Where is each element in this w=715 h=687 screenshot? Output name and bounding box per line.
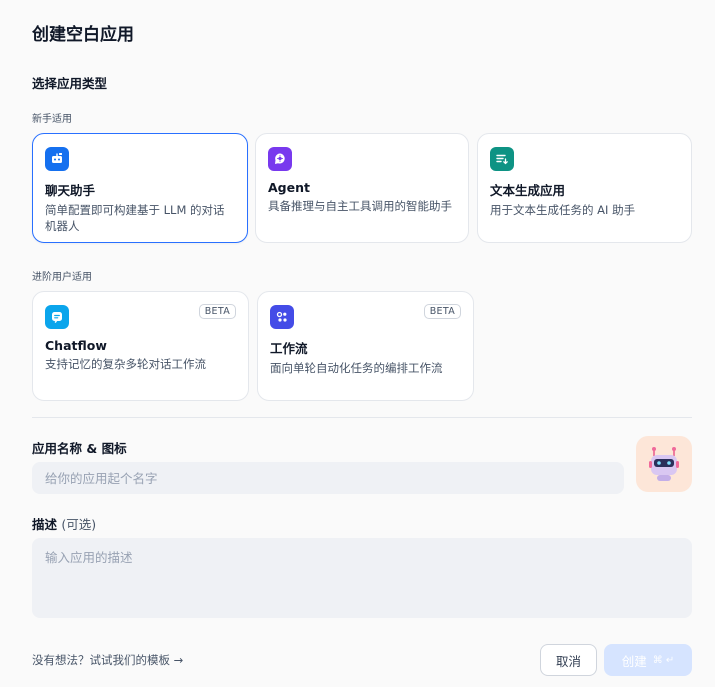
- cancel-button[interactable]: 取消: [540, 644, 597, 676]
- card-description: 简单配置即可构建基于 LLM 的对话机器人: [45, 203, 225, 233]
- app-icon-picker[interactable]: [636, 436, 692, 492]
- app-name-label: 应用名称 & 图标: [32, 441, 127, 456]
- keyboard-shortcut: ⌘ ↵: [652, 654, 675, 666]
- card-name: Chatflow: [45, 338, 107, 353]
- beginner-group-label: 新手适用: [32, 114, 72, 125]
- agent-icon: [268, 147, 292, 171]
- dialog-title: 创建空白应用: [32, 25, 134, 45]
- workflow-icon: [270, 305, 294, 329]
- card-description: 支持记忆的复杂多轮对话工作流: [45, 357, 206, 371]
- app-type-card-text-generation[interactable]: 文本生成应用 用于文本生成任务的 AI 助手: [477, 133, 692, 243]
- advanced-group-label: 进阶用户适用: [32, 272, 92, 283]
- card-name: Agent: [268, 180, 310, 195]
- card-name: 文本生成应用: [490, 183, 566, 198]
- card-description: 面向单轮自动化任务的编排工作流: [270, 361, 443, 375]
- beta-badge: BETA: [198, 304, 236, 319]
- card-description: 用于文本生成任务的 AI 助手: [490, 203, 636, 217]
- section-divider: [32, 417, 692, 418]
- description-label: 描述 (可选): [32, 514, 96, 533]
- app-type-card-workflow[interactable]: BETA 工作流 面向单轮自动化任务的编排工作流: [257, 291, 474, 401]
- card-name: 工作流: [270, 341, 308, 356]
- robot-icon: [649, 447, 679, 481]
- card-description: 具备推理与自主工具调用的智能助手: [268, 199, 452, 213]
- app-type-card-chat-assistant[interactable]: 聊天助手 简单配置即可构建基于 LLM 的对话机器人: [32, 133, 248, 243]
- app-name-input[interactable]: [32, 462, 624, 494]
- card-name: 聊天助手: [45, 183, 96, 198]
- beta-badge: BETA: [423, 304, 461, 319]
- text-generation-icon: [490, 147, 514, 171]
- app-type-card-agent[interactable]: Agent 具备推理与自主工具调用的智能助手: [255, 133, 469, 243]
- app-type-card-chatflow[interactable]: BETA Chatflow 支持记忆的复杂多轮对话工作流: [32, 291, 249, 401]
- description-textarea[interactable]: [32, 538, 692, 618]
- section-title: 选择应用类型: [32, 76, 108, 91]
- chat-bot-icon: [45, 147, 69, 171]
- template-hint-link[interactable]: 没有想法？试试我们的模板 →: [32, 652, 183, 668]
- create-button[interactable]: 创建 ⌘ ↵: [604, 644, 692, 676]
- create-button-label: 创建: [621, 653, 647, 669]
- chatflow-icon: [45, 305, 69, 329]
- description-label-text: 描述: [32, 517, 58, 532]
- optional-tag: (可选): [61, 517, 97, 532]
